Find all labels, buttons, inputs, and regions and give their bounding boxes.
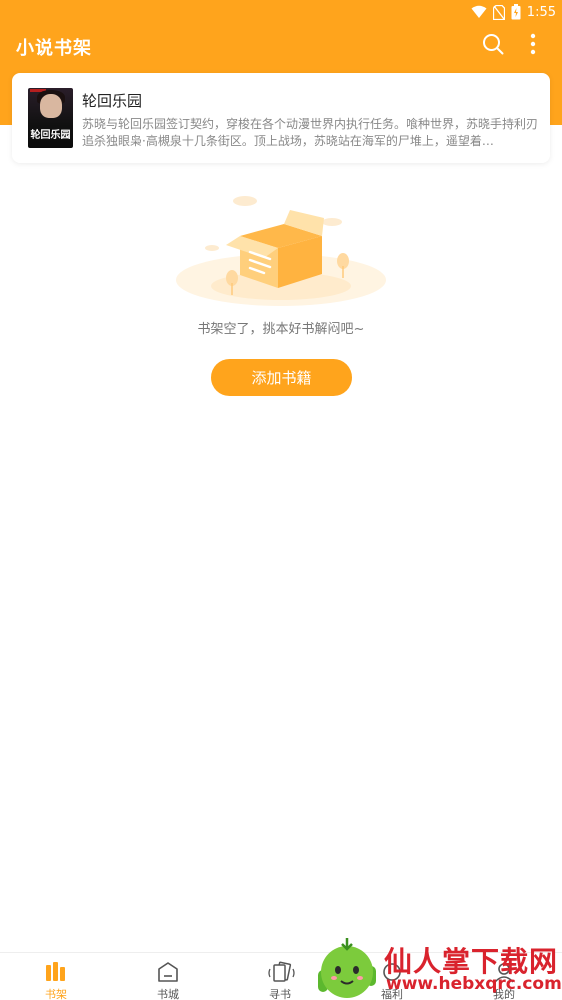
status-time: 1:55: [526, 4, 556, 20]
more-vert-icon: [530, 33, 536, 59]
search-icon: [482, 33, 504, 59]
add-book-button[interactable]: 添加书籍: [211, 359, 352, 396]
cover-title: 轮回乐园: [30, 130, 71, 141]
watermark-url: www.hebxqrc.com: [386, 974, 562, 994]
nav-item-bookshelf[interactable]: 书架: [0, 953, 112, 1000]
bookshelf-icon: [44, 961, 68, 983]
nav-label: 书架: [45, 988, 67, 1000]
battery-icon: [511, 4, 521, 20]
wifi-icon: [471, 5, 487, 19]
no-sim-icon: [492, 4, 505, 20]
cactus-logo-icon: [318, 938, 376, 998]
search-button[interactable]: [480, 33, 506, 59]
page-title: 小说书架: [16, 38, 92, 59]
more-options-button[interactable]: [522, 33, 544, 59]
nav-item-store[interactable]: 书城: [112, 953, 224, 1000]
store-icon: [156, 961, 180, 983]
empty-box-illustration: [172, 188, 390, 312]
nav-label: 书城: [157, 988, 179, 1000]
status-bar: 1:55: [0, 0, 562, 24]
book-card[interactable]: 轮回乐园 轮回乐园 苏晓与轮回乐园签订契约，穿梭在各个动漫世界内执行任务。喰种世…: [12, 73, 550, 163]
cover-figure-face: [40, 94, 62, 118]
empty-message: 书架空了，挑本好书解闷吧~: [197, 322, 365, 337]
book-cover[interactable]: 轮回乐园: [28, 88, 73, 148]
watermark: 仙人掌下载网 www.hebxqrc.com: [314, 936, 562, 1000]
book-title: 轮回乐园: [82, 92, 143, 110]
book-description: 苏晓与轮回乐园签订契约，穿梭在各个动漫世界内执行任务。喰种世界，苏晓手持利刃追杀…: [82, 117, 538, 148]
find-book-icon: [268, 961, 295, 983]
